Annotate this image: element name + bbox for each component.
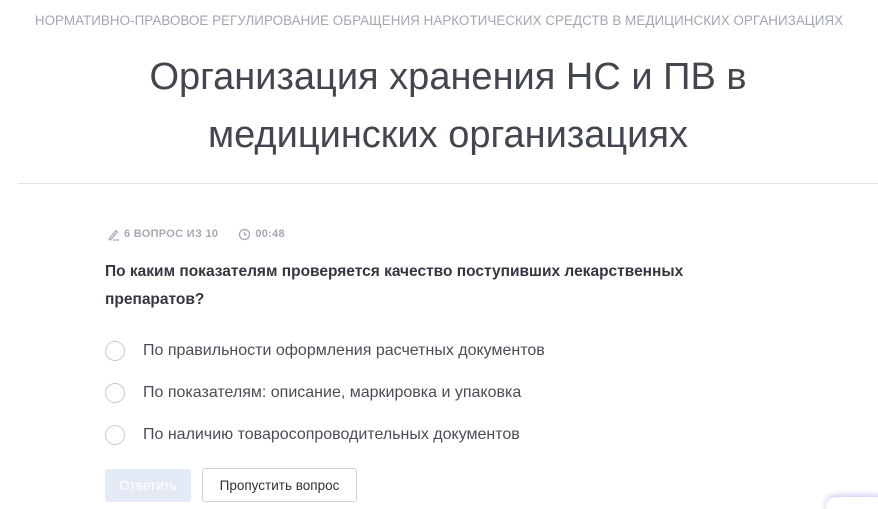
answer-option[interactable]: По правильности оформления расчетных док… (105, 330, 545, 372)
timer: 00:48 (255, 228, 285, 240)
radio-button[interactable] (105, 383, 125, 403)
chat-widget-button[interactable] (826, 497, 878, 509)
title-line-2: медицинских организациях (208, 114, 688, 156)
answer-option-label: По правильности оформления расчетных док… (143, 342, 545, 359)
question-progress: 6 ВОПРОС ИЗ 10 (124, 228, 219, 240)
answer-option-label: По наличию товаросопроводительных докуме… (143, 426, 520, 443)
divider (18, 183, 878, 184)
question-meta: 6 ВОПРОС ИЗ 10 00:48 (107, 226, 285, 242)
answer-option-label: По показателям: описание, маркировка и у… (143, 384, 522, 401)
pencil-icon (107, 228, 120, 241)
breadcrumb[interactable]: НОРМАТИВНО-ПРАВОВОЕ РЕГУЛИРОВАНИЕ ОБРАЩЕ… (0, 13, 878, 28)
page-title: Организация хранения НС и ПВ в медицинск… (0, 48, 878, 164)
radio-button[interactable] (105, 425, 125, 445)
answer-option[interactable]: По показателям: описание, маркировка и у… (105, 372, 545, 414)
skip-question-button[interactable]: Пропустить вопрос (202, 468, 357, 502)
answer-option[interactable]: По наличию товаросопроводительных докуме… (105, 414, 545, 456)
question-text: По каким показателям проверяется качеств… (105, 263, 684, 308)
radio-button[interactable] (105, 341, 125, 361)
clock-icon (238, 228, 251, 241)
quiz-page: НОРМАТИВНО-ПРАВОВОЕ РЕГУЛИРОВАНИЕ ОБРАЩЕ… (0, 0, 878, 509)
title-line-1: Организация хранения НС и ПВ в (149, 56, 747, 98)
answer-button[interactable]: Ответить (105, 469, 191, 502)
answer-options: По правильности оформления расчетных док… (105, 330, 545, 456)
